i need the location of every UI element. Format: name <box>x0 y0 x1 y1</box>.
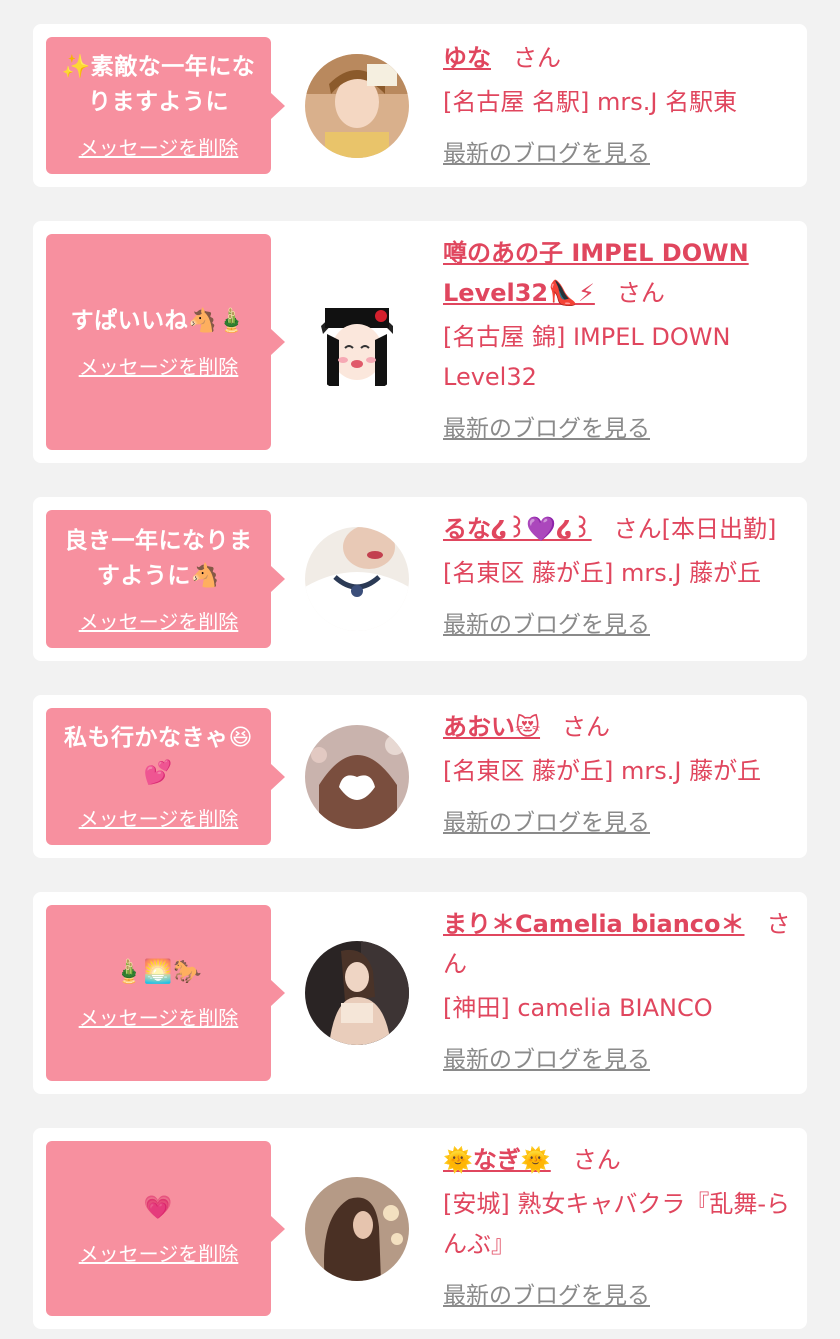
user-info: ゆな さん [名古屋 名駅] mrs.J 名駅東 最新のブログを見る <box>443 38 793 168</box>
user-avatar[interactable] <box>305 54 409 158</box>
message-text: ✨素敵な一年になりますように <box>61 54 256 115</box>
user-name-link[interactable]: 🌞なぎ🌞 <box>443 1146 551 1174</box>
user-name-link[interactable]: るな໒꒱💜໒꒱ <box>443 515 592 543</box>
honorific: さん <box>613 515 662 543</box>
latest-blog-link[interactable]: 最新のブログを見る <box>443 803 650 837</box>
message-text: 良き一年になりますように🐴 <box>64 527 253 589</box>
user-avatar[interactable] <box>305 290 409 394</box>
avatar-photo-icon <box>305 941 409 1045</box>
latest-blog-link[interactable]: 最新のブログを見る <box>443 409 650 443</box>
delete-message-link[interactable]: メッセージを削除 <box>79 1238 239 1267</box>
message-card: 私も行かなきゃ😆💕 メッセージを削除 あおい😻 さん [名東区 藤が丘] mrs.… <box>33 695 807 858</box>
avatar-photo-icon <box>305 290 409 394</box>
user-avatar[interactable] <box>305 527 409 631</box>
message-list: ✨素敵な一年になりますように メッセージを削除 ゆな さん [名古屋 名駅] mr… <box>0 0 840 1339</box>
shop-info: [神田] camelia BIANCO <box>443 994 713 1022</box>
avatar-photo-icon <box>305 527 409 631</box>
message-text: 💗 <box>143 1194 174 1221</box>
user-avatar[interactable] <box>305 941 409 1045</box>
message-card: 💗 メッセージを削除 🌞なぎ🌞 さん [安城] 熟女キャバクラ『乱舞-らんぶ』 最… <box>33 1128 807 1329</box>
shop-info: [名古屋 名駅] mrs.J 名駅東 <box>443 88 738 116</box>
honorific: さん <box>616 279 665 307</box>
shop-info: [安城] 熟女キャバクラ『乱舞-らんぶ』 <box>443 1190 791 1258</box>
delete-message-link[interactable]: メッセージを削除 <box>79 1002 239 1031</box>
user-avatar[interactable] <box>305 1177 409 1281</box>
user-name-link[interactable]: あおい😻 <box>443 713 540 741</box>
user-info: 噂のあの子 IMPEL DOWN Level32👠⚡ さん [名古屋 錦] IMP… <box>443 233 793 443</box>
delete-message-link[interactable]: メッセージを削除 <box>79 132 239 161</box>
shop-info: [名東区 藤が丘] mrs.J 藤が丘 <box>443 757 762 785</box>
avatar-photo-icon <box>305 725 409 829</box>
latest-blog-link[interactable]: 最新のブログを見る <box>443 134 650 168</box>
status-tag: [本日出勤] <box>661 515 777 543</box>
delete-message-link[interactable]: メッセージを削除 <box>79 606 239 635</box>
delete-message-link[interactable]: メッセージを削除 <box>79 803 239 832</box>
user-avatar[interactable] <box>305 725 409 829</box>
user-info: 🌞なぎ🌞 さん [安城] 熟女キャバクラ『乱舞-らんぶ』 最新のブログを見る <box>443 1140 793 1310</box>
message-bubble: 私も行かなきゃ😆💕 メッセージを削除 <box>46 708 285 845</box>
message-card: 🎍🌅🐎 メッセージを削除 まり＊Camelia bianco＊ さん [神田] c… <box>33 892 807 1094</box>
latest-blog-link[interactable]: 最新のブログを見る <box>443 1040 650 1074</box>
honorific: さん <box>572 1146 621 1174</box>
user-name-link[interactable]: まり＊Camelia bianco＊ <box>443 910 745 938</box>
latest-blog-link[interactable]: 最新のブログを見る <box>443 1276 650 1310</box>
shop-info: [名古屋 錦] IMPEL DOWN Level32 <box>443 323 731 391</box>
avatar-photo-icon <box>305 1177 409 1281</box>
delete-message-link[interactable]: メッセージを削除 <box>79 351 239 380</box>
honorific: さん <box>562 713 611 741</box>
message-card: 良き一年になりますように🐴 メッセージを削除 るな໒꒱💜໒꒱ さん[本日出勤] [… <box>33 497 807 661</box>
latest-blog-link[interactable]: 最新のブログを見る <box>443 605 650 639</box>
message-card: ✨素敵な一年になりますように メッセージを削除 ゆな さん [名古屋 名駅] mr… <box>33 24 807 187</box>
message-bubble: すぱいいね🐴🎍 メッセージを削除 <box>46 234 285 450</box>
message-bubble: 💗 メッセージを削除 <box>46 1141 285 1316</box>
message-text: すぱいいね🐴🎍 <box>70 308 247 334</box>
message-text: 🎍🌅🐎 <box>114 959 203 985</box>
user-info: まり＊Camelia bianco＊ さん [神田] camelia BIANCO… <box>443 904 793 1074</box>
message-card: すぱいいね🐴🎍 メッセージを削除 噂のあの子 IMPEL DOWN Level3… <box>33 221 807 463</box>
shop-info: [名東区 藤が丘] mrs.J 藤が丘 <box>443 559 762 587</box>
message-bubble: ✨素敵な一年になりますように メッセージを削除 <box>46 37 285 174</box>
honorific: さん <box>513 44 561 72</box>
user-name-link[interactable]: ゆな <box>443 44 491 72</box>
message-bubble: 良き一年になりますように🐴 メッセージを削除 <box>46 510 285 648</box>
user-name-link[interactable]: 噂のあの子 IMPEL DOWN Level32👠⚡ <box>443 239 749 307</box>
user-info: るな໒꒱💜໒꒱ さん[本日出勤] [名東区 藤が丘] mrs.J 藤が丘 最新のブ… <box>443 509 793 639</box>
message-text: 私も行かなきゃ😆💕 <box>64 725 253 786</box>
avatar-photo-icon <box>305 54 409 158</box>
user-info: あおい😻 さん [名東区 藤が丘] mrs.J 藤が丘 最新のブログを見る <box>443 707 793 837</box>
message-bubble: 🎍🌅🐎 メッセージを削除 <box>46 905 285 1081</box>
